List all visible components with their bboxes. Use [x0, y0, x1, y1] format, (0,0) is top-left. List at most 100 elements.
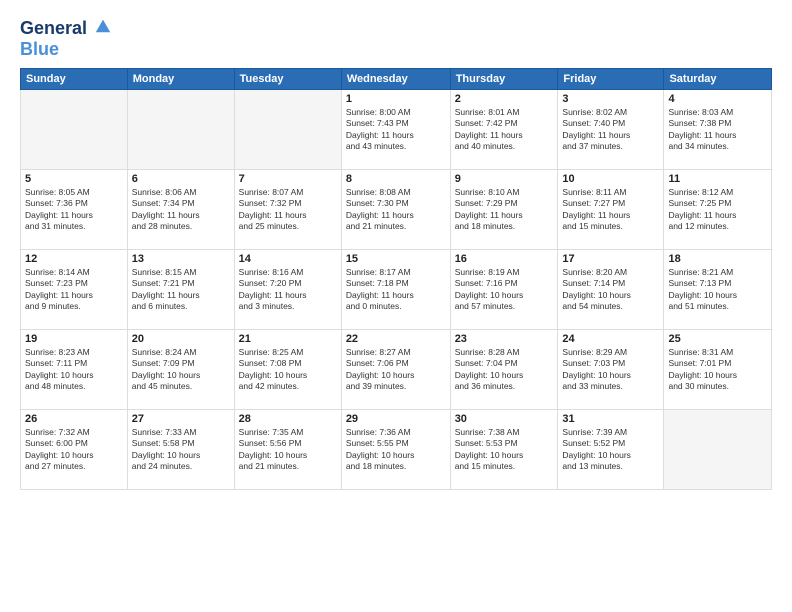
day-number: 1	[346, 93, 446, 105]
calendar-cell: 2 Sunrise: 8:01 AM Sunset: 7:42 PM Daylig…	[450, 89, 558, 169]
day-number: 9	[455, 173, 554, 185]
page: General Blue SundayMondayTuesdayWednesda…	[0, 0, 792, 612]
calendar-cell: 5 Sunrise: 8:05 AM Sunset: 7:36 PM Daylig…	[21, 169, 128, 249]
weekday-header-wednesday: Wednesday	[341, 68, 450, 89]
weekday-header-tuesday: Tuesday	[234, 68, 341, 89]
logo-icon	[94, 16, 112, 34]
day-info: Sunrise: 8:02 AM Sunset: 7:40 PM Dayligh…	[562, 107, 659, 153]
day-info: Sunrise: 8:14 AM Sunset: 7:23 PM Dayligh…	[25, 267, 123, 313]
calendar-cell: 10Sunrise: 8:11 AM Sunset: 7:27 PM Dayli…	[558, 169, 664, 249]
day-number: 12	[25, 253, 123, 265]
calendar-cell: 26 Sunrise: 7:32 AM Sunset: 6:00 PM Dayli…	[21, 409, 128, 489]
day-info: Sunrise: 8:07 AM Sunset: 7:32 PM Dayligh…	[239, 187, 337, 233]
calendar-cell: 29 Sunrise: 7:36 AM Sunset: 5:55 PM Dayli…	[341, 409, 450, 489]
day-info: Sunrise: 7:36 AM Sunset: 5:55 PM Dayligh…	[346, 427, 446, 473]
day-info: Sunrise: 8:17 AM Sunset: 7:18 PM Dayligh…	[346, 267, 446, 313]
logo: General Blue	[20, 16, 112, 60]
day-number: 14	[239, 253, 337, 265]
day-info: Sunrise: 8:31 AM Sunset: 7:01 PM Dayligh…	[668, 347, 767, 393]
day-info: Sunrise: 8:23 AM Sunset: 7:11 PM Dayligh…	[25, 347, 123, 393]
calendar-cell	[21, 89, 128, 169]
calendar: SundayMondayTuesdayWednesdayThursdayFrid…	[20, 68, 772, 490]
day-info: Sunrise: 8:05 AM Sunset: 7:36 PM Dayligh…	[25, 187, 123, 233]
day-info: Sunrise: 7:38 AM Sunset: 5:53 PM Dayligh…	[455, 427, 554, 473]
calendar-cell: 9 Sunrise: 8:10 AM Sunset: 7:29 PM Daylig…	[450, 169, 558, 249]
day-number: 25	[668, 333, 767, 345]
day-number: 3	[562, 93, 659, 105]
day-number: 17	[562, 253, 659, 265]
calendar-cell: 25 Sunrise: 8:31 AM Sunset: 7:01 PM Dayli…	[664, 329, 772, 409]
day-info: Sunrise: 8:25 AM Sunset: 7:08 PM Dayligh…	[239, 347, 337, 393]
calendar-cell: 24Sunrise: 8:29 AM Sunset: 7:03 PM Dayli…	[558, 329, 664, 409]
day-number: 5	[25, 173, 123, 185]
day-info: Sunrise: 8:03 AM Sunset: 7:38 PM Dayligh…	[668, 107, 767, 153]
calendar-cell: 30 Sunrise: 7:38 AM Sunset: 5:53 PM Dayli…	[450, 409, 558, 489]
calendar-cell: 22Sunrise: 8:27 AM Sunset: 7:06 PM Dayli…	[341, 329, 450, 409]
day-info: Sunrise: 8:21 AM Sunset: 7:13 PM Dayligh…	[668, 267, 767, 313]
day-info: Sunrise: 8:08 AM Sunset: 7:30 PM Dayligh…	[346, 187, 446, 233]
day-number: 8	[346, 173, 446, 185]
calendar-cell: 7Sunrise: 8:07 AM Sunset: 7:32 PM Daylig…	[234, 169, 341, 249]
calendar-cell: 19Sunrise: 8:23 AM Sunset: 7:11 PM Dayli…	[21, 329, 128, 409]
calendar-cell	[664, 409, 772, 489]
day-number: 26	[25, 413, 123, 425]
day-number: 4	[668, 93, 767, 105]
day-number: 23	[455, 333, 554, 345]
weekday-header-sunday: Sunday	[21, 68, 128, 89]
calendar-cell: 6 Sunrise: 8:06 AM Sunset: 7:34 PM Daylig…	[127, 169, 234, 249]
day-number: 29	[346, 413, 446, 425]
day-number: 27	[132, 413, 230, 425]
calendar-cell: 4 Sunrise: 8:03 AM Sunset: 7:38 PM Daylig…	[664, 89, 772, 169]
logo-blue: Blue	[20, 39, 112, 60]
day-info: Sunrise: 8:00 AM Sunset: 7:43 PM Dayligh…	[346, 107, 446, 153]
weekday-header-monday: Monday	[127, 68, 234, 89]
day-number: 31	[562, 413, 659, 425]
day-number: 30	[455, 413, 554, 425]
calendar-cell: 3 Sunrise: 8:02 AM Sunset: 7:40 PM Daylig…	[558, 89, 664, 169]
calendar-cell: 1 Sunrise: 8:00 AM Sunset: 7:43 PM Daylig…	[341, 89, 450, 169]
calendar-cell: 27Sunrise: 7:33 AM Sunset: 5:58 PM Dayli…	[127, 409, 234, 489]
calendar-cell: 23Sunrise: 8:28 AM Sunset: 7:04 PM Dayli…	[450, 329, 558, 409]
day-info: Sunrise: 8:12 AM Sunset: 7:25 PM Dayligh…	[668, 187, 767, 233]
calendar-cell: 21 Sunrise: 8:25 AM Sunset: 7:08 PM Dayli…	[234, 329, 341, 409]
day-info: Sunrise: 8:20 AM Sunset: 7:14 PM Dayligh…	[562, 267, 659, 313]
header: General Blue	[20, 16, 772, 60]
calendar-cell: 18 Sunrise: 8:21 AM Sunset: 7:13 PM Dayli…	[664, 249, 772, 329]
calendar-cell: 8 Sunrise: 8:08 AM Sunset: 7:30 PM Daylig…	[341, 169, 450, 249]
calendar-cell: 11 Sunrise: 8:12 AM Sunset: 7:25 PM Dayli…	[664, 169, 772, 249]
day-number: 2	[455, 93, 554, 105]
day-info: Sunrise: 8:10 AM Sunset: 7:29 PM Dayligh…	[455, 187, 554, 233]
weekday-header-friday: Friday	[558, 68, 664, 89]
day-number: 21	[239, 333, 337, 345]
calendar-cell: 28 Sunrise: 7:35 AM Sunset: 5:56 PM Dayli…	[234, 409, 341, 489]
calendar-cell: 20 Sunrise: 8:24 AM Sunset: 7:09 PM Dayli…	[127, 329, 234, 409]
day-number: 16	[455, 253, 554, 265]
day-info: Sunrise: 8:15 AM Sunset: 7:21 PM Dayligh…	[132, 267, 230, 313]
weekday-header-saturday: Saturday	[664, 68, 772, 89]
day-info: Sunrise: 7:32 AM Sunset: 6:00 PM Dayligh…	[25, 427, 123, 473]
day-info: Sunrise: 8:29 AM Sunset: 7:03 PM Dayligh…	[562, 347, 659, 393]
calendar-cell: 16 Sunrise: 8:19 AM Sunset: 7:16 PM Dayli…	[450, 249, 558, 329]
day-info: Sunrise: 8:19 AM Sunset: 7:16 PM Dayligh…	[455, 267, 554, 313]
day-number: 13	[132, 253, 230, 265]
day-info: Sunrise: 8:01 AM Sunset: 7:42 PM Dayligh…	[455, 107, 554, 153]
day-info: Sunrise: 8:06 AM Sunset: 7:34 PM Dayligh…	[132, 187, 230, 233]
day-number: 28	[239, 413, 337, 425]
day-number: 10	[562, 173, 659, 185]
day-number: 22	[346, 333, 446, 345]
calendar-cell: 31Sunrise: 7:39 AM Sunset: 5:52 PM Dayli…	[558, 409, 664, 489]
day-info: Sunrise: 8:16 AM Sunset: 7:20 PM Dayligh…	[239, 267, 337, 313]
day-number: 6	[132, 173, 230, 185]
day-number: 20	[132, 333, 230, 345]
weekday-header-thursday: Thursday	[450, 68, 558, 89]
calendar-cell	[127, 89, 234, 169]
day-info: Sunrise: 8:24 AM Sunset: 7:09 PM Dayligh…	[132, 347, 230, 393]
day-number: 15	[346, 253, 446, 265]
day-number: 11	[668, 173, 767, 185]
calendar-cell: 12 Sunrise: 8:14 AM Sunset: 7:23 PM Dayli…	[21, 249, 128, 329]
calendar-cell: 14 Sunrise: 8:16 AM Sunset: 7:20 PM Dayli…	[234, 249, 341, 329]
logo-text: General	[20, 16, 112, 39]
day-info: Sunrise: 7:35 AM Sunset: 5:56 PM Dayligh…	[239, 427, 337, 473]
calendar-cell: 13 Sunrise: 8:15 AM Sunset: 7:21 PM Dayli…	[127, 249, 234, 329]
day-number: 18	[668, 253, 767, 265]
